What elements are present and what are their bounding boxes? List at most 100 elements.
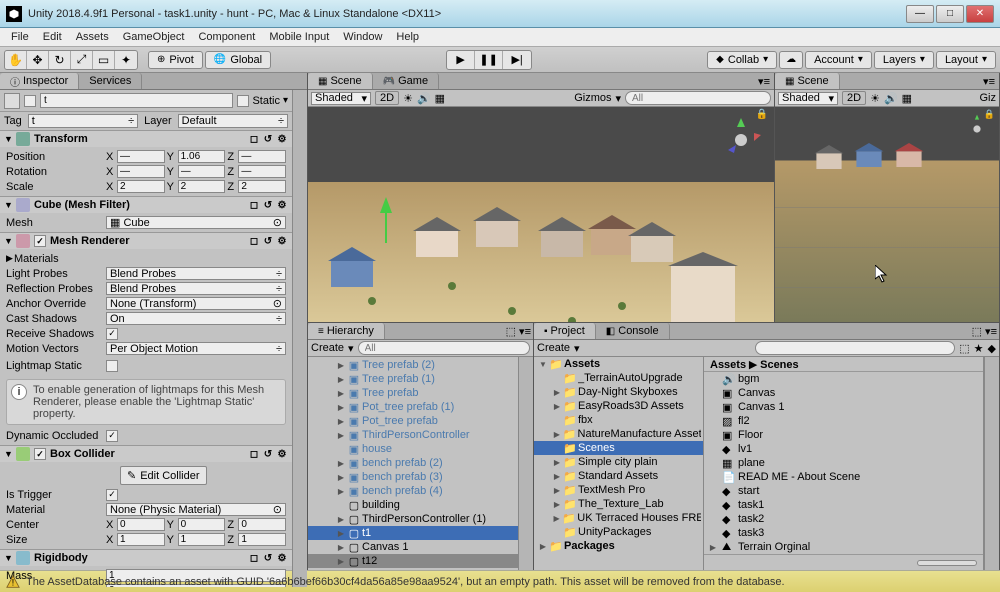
- size-z[interactable]: [238, 533, 286, 546]
- cloud-button[interactable]: ☁: [779, 51, 803, 69]
- filter-icon[interactable]: ★: [974, 342, 984, 355]
- edit-collider-button[interactable]: ✎Edit Collider: [120, 466, 207, 485]
- object-name-input[interactable]: [40, 93, 233, 108]
- rotation-x[interactable]: [117, 165, 165, 178]
- project-folders[interactable]: ▼📁Assets📁_TerrainAutoUpgrade▶📁Day-Night …: [534, 357, 704, 570]
- move-tool[interactable]: ✥: [27, 51, 49, 69]
- mesh-field[interactable]: ▦ Cube⊙: [106, 216, 286, 229]
- file-item[interactable]: ◆lv1: [704, 442, 983, 456]
- folder-item[interactable]: 📁fbx: [534, 413, 703, 427]
- file-item[interactable]: ▨fl2: [704, 414, 983, 428]
- scene-viewport-2[interactable]: 🔒: [775, 107, 999, 322]
- tab-scene[interactable]: ▦ Scene: [308, 73, 373, 89]
- hierarchy-search[interactable]: [358, 341, 530, 355]
- project-create[interactable]: Create: [537, 342, 570, 354]
- file-item[interactable]: ▣Canvas: [704, 386, 983, 400]
- position-z[interactable]: [238, 150, 286, 163]
- file-item[interactable]: ◆task3: [704, 526, 983, 540]
- lightmap-static-checkbox[interactable]: [106, 360, 118, 372]
- hierarchy-item[interactable]: ▶▣bench prefab (3): [308, 470, 518, 484]
- hierarchy-item[interactable]: ▶▣bench prefab (2): [308, 456, 518, 470]
- 2d-toggle-2[interactable]: 2D: [842, 91, 866, 105]
- folder-item[interactable]: ▶📁EasyRoads3D Assets: [534, 399, 703, 413]
- draw-mode-dropdown-2[interactable]: Shaded▾: [778, 92, 838, 105]
- mesh-renderer-header[interactable]: ▼ ✓ Mesh Renderer ◻↺⚙: [0, 233, 292, 249]
- position-x[interactable]: [117, 150, 165, 163]
- folder-item[interactable]: ▶📁Standard Assets: [534, 469, 703, 483]
- menu-gameobject[interactable]: GameObject: [116, 29, 192, 45]
- motion-vectors-dropdown[interactable]: Per Object Motion÷: [106, 342, 286, 355]
- reset-icon[interactable]: ↺: [262, 133, 274, 145]
- mesh-filter-header[interactable]: ▼ Cube (Mesh Filter) ◻↺⚙: [0, 197, 292, 213]
- multi-tool[interactable]: ✦: [115, 51, 137, 69]
- file-item[interactable]: 🔊bgm: [704, 372, 983, 386]
- lock-icon[interactable]: 🔒: [756, 109, 768, 120]
- rigidbody-header[interactable]: ▼ Rigidbody ◻↺⚙: [0, 550, 292, 566]
- tab-game[interactable]: 🎮 Game: [373, 73, 439, 89]
- cast-shadows-dropdown[interactable]: On÷: [106, 312, 286, 325]
- play-button[interactable]: ▶: [447, 51, 475, 69]
- tab-menu[interactable]: ▾≡: [754, 73, 774, 89]
- menu-component[interactable]: Component: [191, 29, 262, 45]
- file-item[interactable]: ▶⛰Terrain Orginal: [704, 540, 983, 554]
- center-y[interactable]: [178, 518, 226, 531]
- light-icon[interactable]: ☀: [403, 92, 413, 105]
- folder-item[interactable]: ▶📁UK Terraced Houses FREE: [534, 511, 703, 525]
- folder-item[interactable]: 📁UnityPackages: [534, 525, 703, 539]
- file-item[interactable]: ◆start: [704, 484, 983, 498]
- hand-tool[interactable]: ✋: [5, 51, 27, 69]
- hierarchy-item[interactable]: ▶▢Canvas 1: [308, 540, 518, 554]
- orientation-gizmo[interactable]: [716, 115, 766, 165]
- file-item[interactable]: ▣Floor: [704, 428, 983, 442]
- scale-y[interactable]: [178, 180, 226, 193]
- position-y[interactable]: [178, 150, 226, 163]
- account-dropdown[interactable]: Account ▾: [805, 51, 872, 69]
- folder-item[interactable]: ▼📁Assets: [534, 357, 703, 371]
- tab-hierarchy[interactable]: ≡ Hierarchy: [308, 323, 385, 339]
- receive-shadows-checkbox[interactable]: ✓: [106, 328, 118, 340]
- menu-assets[interactable]: Assets: [69, 29, 116, 45]
- file-item[interactable]: ▣Canvas 1: [704, 400, 983, 414]
- hierarchy-item[interactable]: ▶▢t1: [308, 526, 518, 540]
- folder-item[interactable]: ▶📁Packages: [534, 539, 703, 553]
- folder-item[interactable]: ▶📁Simple city plain: [534, 455, 703, 469]
- project-scrollbar[interactable]: [984, 357, 999, 570]
- menu-mobile-input[interactable]: Mobile Input: [262, 29, 336, 45]
- tag-dropdown[interactable]: t÷: [28, 114, 138, 128]
- size-x[interactable]: [117, 533, 165, 546]
- hierarchy-item[interactable]: ▢building: [308, 498, 518, 512]
- rotate-tool[interactable]: ↻: [49, 51, 71, 69]
- center-z[interactable]: [238, 518, 286, 531]
- mesh-renderer-enabled[interactable]: ✓: [34, 235, 46, 247]
- light-probes-dropdown[interactable]: Blend Probes÷: [106, 267, 286, 280]
- scale-tool[interactable]: ⤢: [71, 51, 93, 69]
- draw-mode-dropdown[interactable]: Shaded▾: [311, 92, 371, 105]
- scale-z[interactable]: [238, 180, 286, 193]
- scale-x[interactable]: [117, 180, 165, 193]
- project-search[interactable]: [755, 341, 955, 355]
- thumbnail-size-slider[interactable]: [917, 560, 977, 566]
- gizmos-dropdown[interactable]: Gizmos: [574, 92, 611, 104]
- folder-item[interactable]: 📁Scenes: [534, 441, 703, 455]
- size-y[interactable]: [178, 533, 226, 546]
- file-item[interactable]: 📄READ ME - About Scene: [704, 470, 983, 484]
- move-gizmo-y[interactable]: [380, 197, 392, 213]
- hierarchy-item[interactable]: ▶▣Tree prefab (2): [308, 358, 518, 372]
- rotation-z[interactable]: [238, 165, 286, 178]
- hierarchy-item[interactable]: ▶▢t12: [308, 554, 518, 568]
- pause-button[interactable]: ❚❚: [475, 51, 503, 69]
- menu-edit[interactable]: Edit: [36, 29, 69, 45]
- hierarchy-item[interactable]: ▶▣Pot_tree prefab: [308, 414, 518, 428]
- hierarchy-create[interactable]: Create: [311, 342, 344, 354]
- folder-item[interactable]: ▶📁Day-Night Skyboxes: [534, 385, 703, 399]
- rect-tool[interactable]: ▭: [93, 51, 115, 69]
- layout-dropdown[interactable]: Layout ▾: [936, 51, 996, 69]
- close-button[interactable]: ✕: [966, 5, 994, 23]
- is-trigger-checkbox[interactable]: ✓: [106, 489, 118, 501]
- tab-project[interactable]: ▪ Project: [534, 323, 596, 339]
- folder-item[interactable]: ▶📁NatureManufacture Assets: [534, 427, 703, 441]
- menu-help[interactable]: Help: [389, 29, 426, 45]
- hierarchy-item[interactable]: ▶▣Pot_tree prefab (1): [308, 400, 518, 414]
- tab-inspector[interactable]: ⓘ Inspector: [0, 73, 79, 89]
- help-icon[interactable]: ◻: [248, 133, 260, 145]
